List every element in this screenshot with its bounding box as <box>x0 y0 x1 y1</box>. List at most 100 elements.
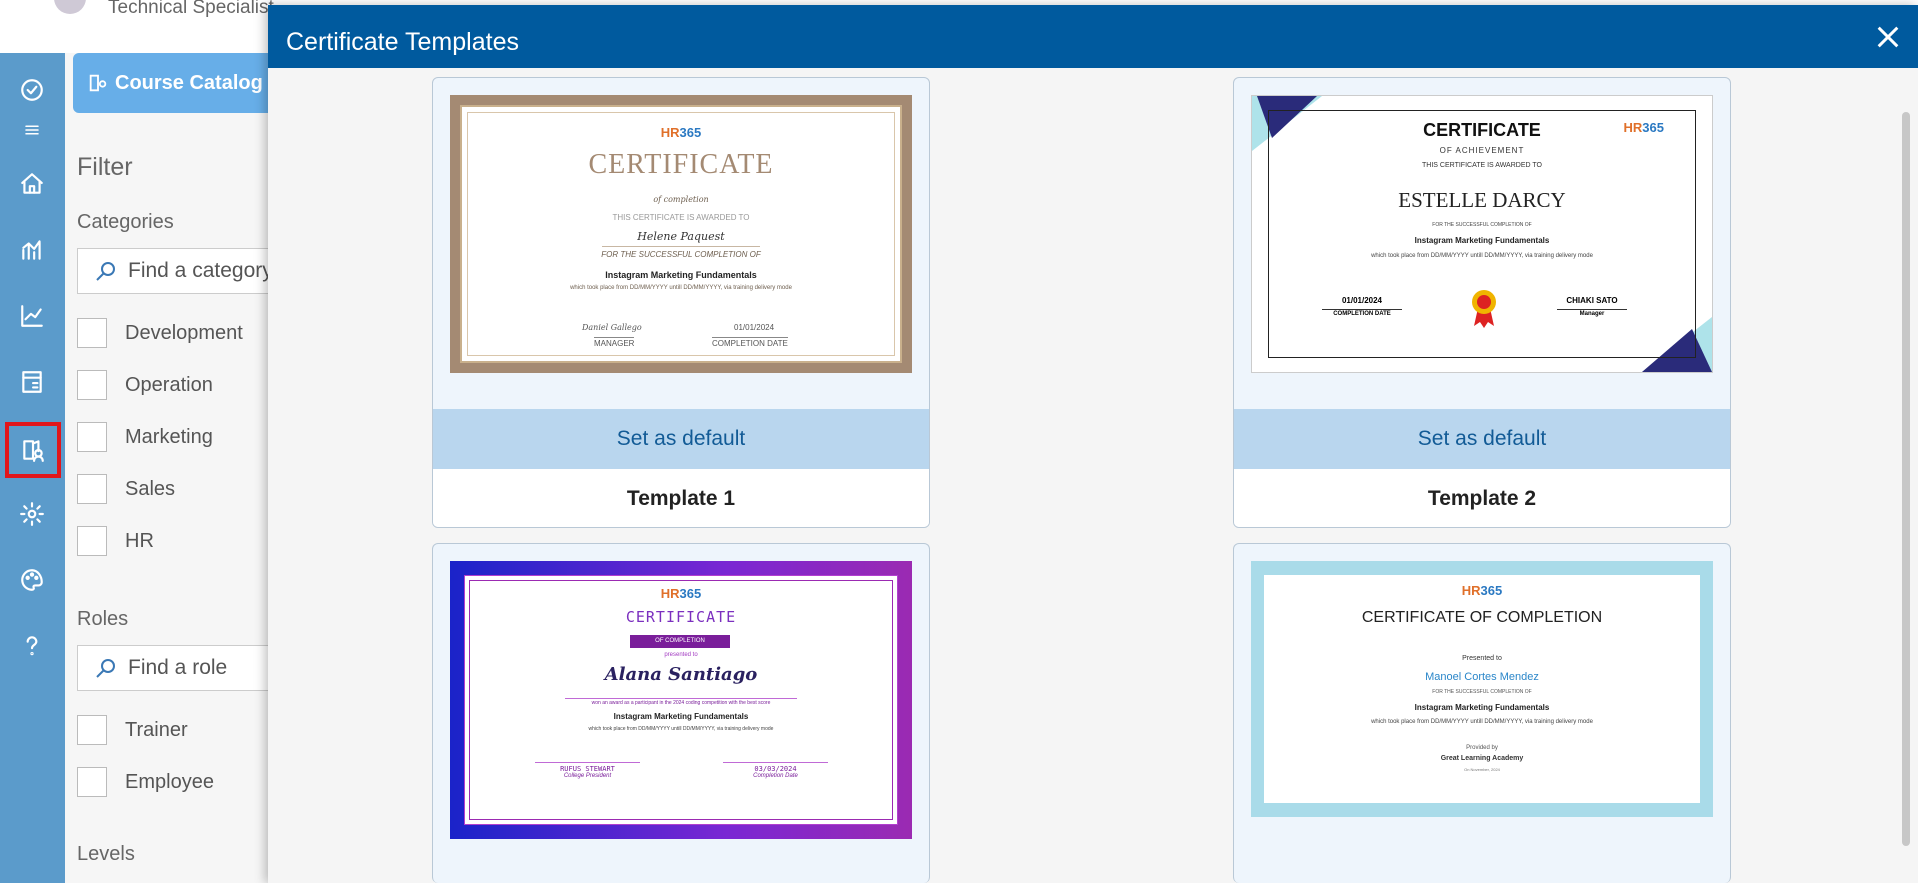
certificate-preview: HR365 CERTIFICATE OF ACHIEVEMENT THIS CE… <box>1251 95 1713 373</box>
cert-recipient: ESTELLE DARCY <box>1398 188 1566 212</box>
cert-period: which took place from DD/MM/YYYY untill … <box>1371 719 1593 725</box>
cert-signer: RUFUS STEWART <box>535 762 640 773</box>
palette-icon[interactable] <box>12 560 52 600</box>
app-root: Technical Specialist Course Catalog Filt… <box>0 0 1918 883</box>
cert-recipient: Manoel Cortes Mendez <box>1425 671 1539 683</box>
cert-date-label: COMPLETION DATE <box>712 337 788 348</box>
category-label: Operation <box>125 373 213 396</box>
modal-scrollbar[interactable] <box>1902 112 1910 846</box>
category-checkbox[interactable]: Marketing <box>77 422 213 452</box>
template-card[interactable]: HR365 CERTIFICATE OF COMPLETION Presente… <box>1233 543 1731 883</box>
cert-course: Instagram Marketing Fundamentals <box>1414 236 1550 245</box>
template-name: Template 1 <box>433 469 929 527</box>
cert-recipient: Helene Paquest <box>637 230 725 243</box>
cert-date-label: COMPLETION DATE <box>1322 309 1402 317</box>
divider <box>602 246 760 247</box>
category-checkbox[interactable]: Development <box>77 318 243 348</box>
course-catalog-label: Course Catalog <box>115 71 263 94</box>
category-checkbox[interactable]: Operation <box>77 370 213 400</box>
category-label: Marketing <box>125 425 213 448</box>
category-search-placeholder: Find a category <box>128 259 273 282</box>
cert-for-line: FOR THE SUCCESSFUL COMPLETION OF <box>1432 222 1532 228</box>
home-icon[interactable] <box>12 164 52 204</box>
template-card[interactable]: HR365 CERTIFICATE OF ACHIEVEMENT THIS CE… <box>1233 77 1731 528</box>
user-role: Technical Specialist <box>108 0 274 18</box>
role-checkbox[interactable]: Employee <box>77 767 214 797</box>
tasks-icon[interactable] <box>12 70 52 110</box>
help-icon[interactable] <box>12 626 52 666</box>
cert-date: 01/01/2024 <box>734 323 775 332</box>
hr365-logo: HR365 <box>660 586 702 601</box>
menu-icon[interactable] <box>12 110 52 150</box>
cert-awarded: THIS CERTIFICATE IS AWARDED TO <box>612 213 750 222</box>
avatar[interactable] <box>54 0 86 14</box>
template-name: Template 2 <box>1234 469 1730 527</box>
cert-ribbon: OF COMPLETION <box>630 635 730 648</box>
category-checkbox[interactable]: HR <box>77 526 154 556</box>
cert-title: CERTIFICATE OF COMPLETION <box>1361 609 1603 626</box>
cert-title: CERTIFICATE <box>588 149 774 180</box>
cert-signer-role: MANAGER <box>594 337 635 348</box>
role-label: Employee <box>125 770 214 793</box>
cert-award-line: won an award as a participant in the 202… <box>565 698 797 706</box>
category-checkbox[interactable]: Sales <box>77 474 175 504</box>
chart-icon[interactable] <box>12 296 52 336</box>
template-card[interactable]: HR365 CERTIFICATE of completion THIS CER… <box>432 77 930 528</box>
cert-awarded: THIS CERTIFICATE IS AWARDED TO <box>1422 162 1542 169</box>
certificate-preview: HR365 CERTIFICATE of completion THIS CER… <box>450 95 912 373</box>
cert-provider: Great Learning Academy <box>1440 755 1524 762</box>
cert-subtitle: OF ACHIEVEMENT <box>1439 146 1525 155</box>
modal-title: Certificate Templates <box>286 28 519 56</box>
set-as-default-button[interactable]: Set as default <box>1234 409 1730 469</box>
certificate-preview: HR365 CERTIFICATE OF COMPLETION presente… <box>450 561 912 839</box>
role-search-input[interactable]: Find a role <box>77 645 297 691</box>
hr365-logo: HR365 <box>660 125 702 140</box>
category-label: HR <box>125 529 154 552</box>
role-checkbox[interactable]: Trainer <box>77 715 188 745</box>
category-label: Sales <box>125 477 176 500</box>
cert-signer-role: College President <box>563 773 612 779</box>
cert-course: Instagram Marketing Fundamentals <box>1414 703 1550 712</box>
close-button[interactable] <box>1874 23 1904 53</box>
set-as-default-button[interactable]: Set as default <box>433 409 929 469</box>
search-icon <box>96 262 115 281</box>
cert-date: 01/01/2024 <box>1341 296 1383 305</box>
cert-presented: Presented to <box>1462 655 1502 662</box>
cert-date-label: Completion Date <box>753 773 798 779</box>
role-search-placeholder: Find a role <box>128 656 228 679</box>
cert-title: CERTIFICATE <box>625 608 737 626</box>
cert-signer-role: Manager <box>1557 309 1627 317</box>
categories-heading: Categories <box>77 211 174 233</box>
cert-period: which took place from DD/MM/YYYY untill … <box>588 726 774 732</box>
cert-recipient: Alana Santiago <box>604 664 758 685</box>
cert-provider-date: On November, 2024 <box>1464 767 1500 772</box>
cert-provided: Provided by <box>1466 745 1498 751</box>
certificate-preview: HR365 CERTIFICATE OF COMPLETION Presente… <box>1251 561 1713 817</box>
cert-signer: CHIAKI SATO <box>1566 296 1618 305</box>
course-catalog-button[interactable]: Course Catalog <box>73 53 293 113</box>
filter-title: Filter <box>77 153 133 181</box>
cert-course: Instagram Marketing Fundamentals <box>613 712 749 721</box>
report-icon[interactable] <box>12 362 52 402</box>
levels-heading: Levels <box>77 843 135 865</box>
cert-subtitle: of completion <box>653 195 709 204</box>
course-catalog-icon[interactable] <box>5 422 61 478</box>
category-label: Development <box>125 321 243 344</box>
role-label: Trainer <box>125 718 188 741</box>
catalog-icon <box>89 74 107 92</box>
cert-period: which took place from DD/MM/YYYY untill … <box>570 285 792 291</box>
cert-for-line: FOR THE SUCCESSFUL COMPLETION OF <box>601 250 761 259</box>
hr365-logo: HR365 <box>1461 583 1503 598</box>
gear-icon[interactable] <box>12 494 52 534</box>
cert-title: CERTIFICATE <box>1423 120 1541 140</box>
cert-date: 03/03/2024 <box>723 762 828 773</box>
search-icon <box>96 659 115 678</box>
template-card[interactable]: HR365 CERTIFICATE OF COMPLETION presente… <box>432 543 930 883</box>
cert-signer: Daniel Gallego <box>582 323 642 332</box>
cert-presented: presented to <box>664 652 698 658</box>
certificate-templates-modal: Certificate Templates HR365 CERTIFICATE … <box>268 5 1918 883</box>
cert-course: Instagram Marketing Fundamentals <box>605 270 757 280</box>
analytics-icon[interactable] <box>12 230 52 270</box>
category-search-input[interactable]: Find a category <box>77 248 297 294</box>
nav-rail <box>0 53 65 883</box>
